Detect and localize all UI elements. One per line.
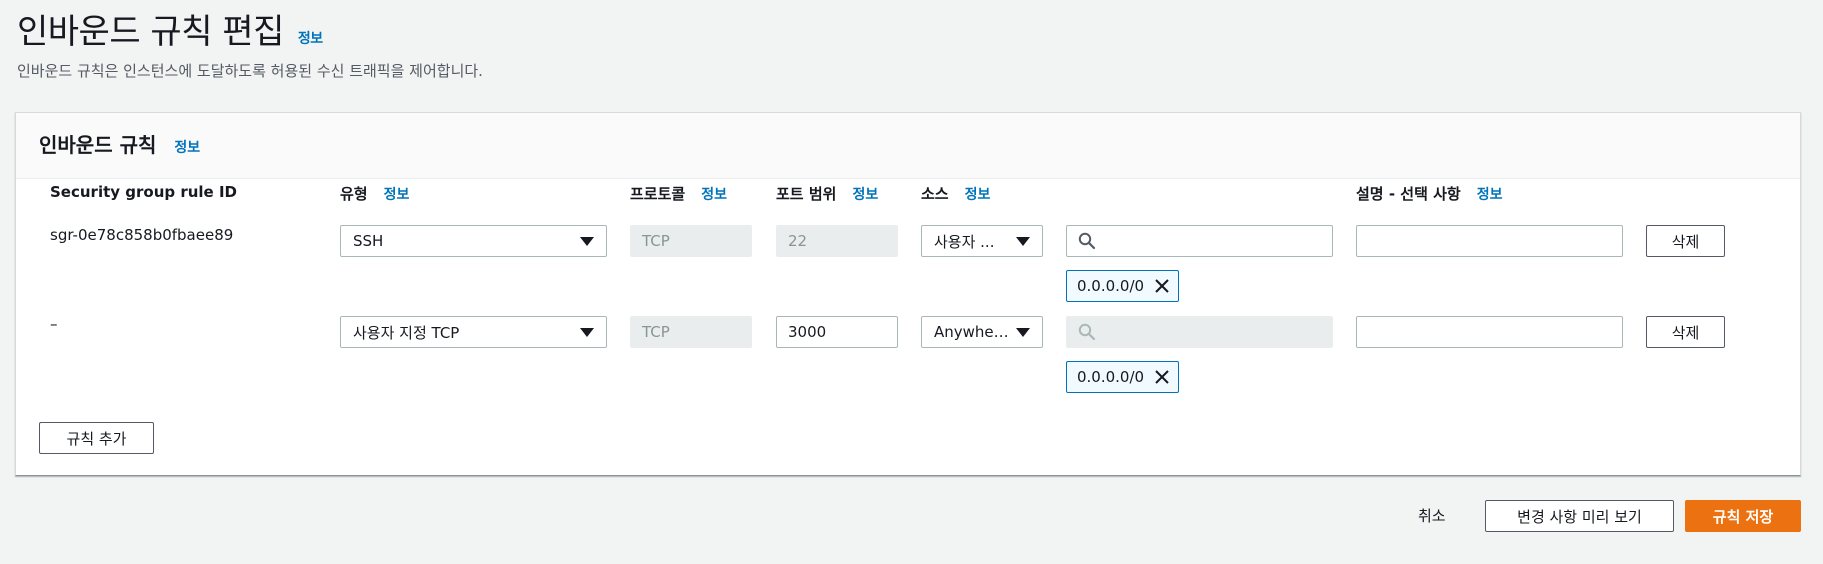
column-header-description-text: 설명 - 선택 사항 (1356, 185, 1461, 203)
column-header-protocol: 프로토콜 정보 (630, 183, 727, 204)
port-range-field: 22 (776, 225, 898, 257)
source-search-input (1066, 316, 1333, 348)
close-icon[interactable] (1154, 278, 1170, 294)
page-info-link[interactable]: 정보 (298, 28, 323, 48)
port-range-info-link[interactable]: 정보 (852, 184, 878, 204)
search-icon (1078, 323, 1096, 341)
source-token: 0.0.0.0/0 (1066, 270, 1180, 302)
rule-id: sgr-0e78c858b0fbaee89 (50, 226, 234, 244)
rule-id: – (50, 315, 58, 333)
source-select-value: 사용자 ... (934, 232, 995, 251)
page-title-text: 인바운드 규칙 편집 (17, 12, 284, 52)
column-header-type-text: 유형 (340, 185, 368, 203)
type-info-link[interactable]: 정보 (384, 184, 410, 204)
caret-down-icon (580, 236, 594, 246)
delete-button[interactable]: 삭제 (1646, 225, 1725, 257)
column-header-protocol-text: 프로토콜 (630, 185, 686, 203)
panel-title-text: 인바운드 규칙 (39, 133, 157, 157)
column-header-description: 설명 - 선택 사항 정보 (1356, 183, 1502, 204)
protocol-field: TCP (630, 225, 752, 257)
protocol-field: TCP (630, 316, 752, 348)
column-header-source: 소스 정보 (921, 183, 990, 204)
type-select-value: SSH (353, 232, 384, 250)
caret-down-icon (1016, 327, 1030, 337)
type-select[interactable]: SSH (340, 225, 607, 257)
column-header-rule-id: Security group rule ID (50, 183, 237, 201)
panel-info-link[interactable]: 정보 (174, 137, 200, 157)
search-icon (1078, 232, 1096, 250)
caret-down-icon (1016, 236, 1030, 246)
column-header-source-text: 소스 (921, 185, 949, 203)
source-token-label: 0.0.0.0/0 (1077, 277, 1145, 295)
add-rule-button[interactable]: 규칙 추가 (39, 422, 154, 454)
cancel-button[interactable]: 취소 (1418, 505, 1446, 526)
panel-header: 인바운드 규칙 정보 (16, 113, 1800, 179)
delete-button[interactable]: 삭제 (1646, 316, 1725, 348)
caret-down-icon (580, 327, 594, 337)
source-select[interactable]: Anywher... (921, 316, 1043, 348)
column-header-port-range: 포트 범위 정보 (776, 183, 878, 204)
type-select[interactable]: 사용자 지정 TCP (340, 316, 607, 348)
preview-changes-button[interactable]: 변경 사항 미리 보기 (1485, 500, 1674, 532)
source-select[interactable]: 사용자 ... (921, 225, 1043, 257)
save-rules-button[interactable]: 규칙 저장 (1685, 500, 1801, 532)
description-info-link[interactable]: 정보 (1477, 184, 1503, 204)
source-token: 0.0.0.0/0 (1066, 361, 1180, 393)
column-header-port-range-text: 포트 범위 (776, 185, 837, 203)
port-range-input[interactable]: 3000 (776, 316, 898, 348)
type-select-value: 사용자 지정 TCP (353, 323, 460, 342)
page-title: 인바운드 규칙 편집 정보 (17, 4, 323, 53)
column-header-rule-id-text: Security group rule ID (50, 183, 237, 201)
page-description: 인바운드 규칙은 인스턴스에 도달하도록 허용된 수신 트래픽을 제어합니다. (17, 62, 483, 80)
source-info-link[interactable]: 정보 (965, 184, 991, 204)
protocol-info-link[interactable]: 정보 (701, 184, 727, 204)
column-header-type: 유형 정보 (340, 183, 409, 204)
source-select-value: Anywher... (934, 323, 1010, 341)
description-input[interactable] (1356, 225, 1623, 257)
close-icon[interactable] (1154, 369, 1170, 385)
source-search-input[interactable] (1066, 225, 1333, 257)
source-token-label: 0.0.0.0/0 (1077, 368, 1145, 386)
inbound-rules-panel: 인바운드 규칙 정보 Security group rule ID 유형 정보 … (15, 112, 1801, 476)
panel-title: 인바운드 규칙 정보 (39, 129, 200, 158)
description-input[interactable] (1356, 316, 1623, 348)
